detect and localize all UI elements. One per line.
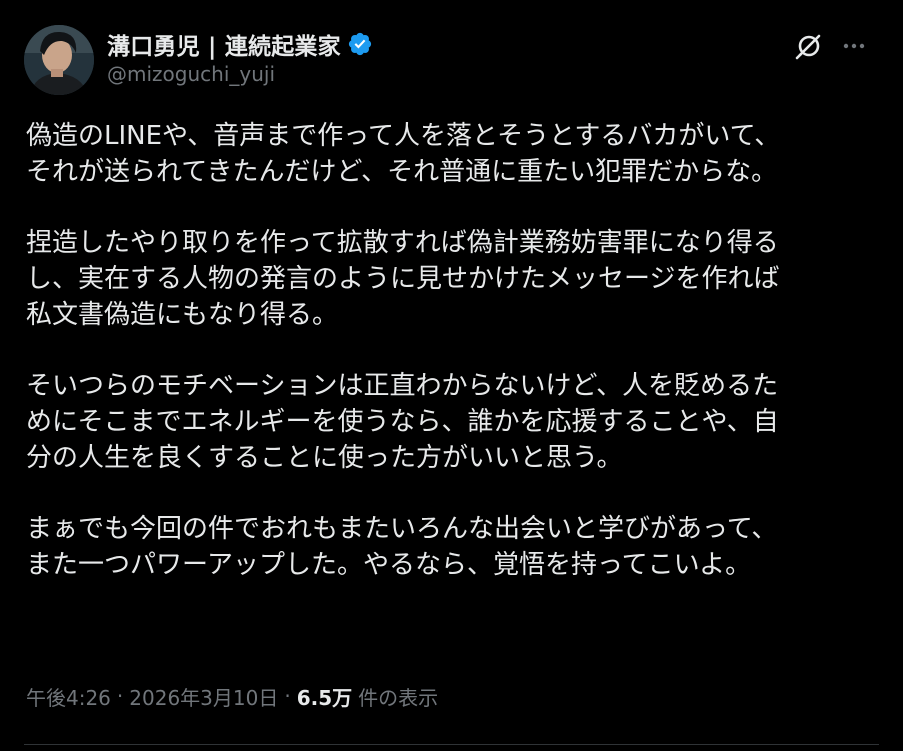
divider <box>24 744 879 745</box>
meta-separator: · <box>116 684 124 708</box>
more-icon <box>843 43 865 49</box>
text-line: 偽造のLINEや、音声まで作って人を落とそうとするバカがいて、 <box>26 121 781 151</box>
post-meta: 午後4:26 · 2026年3月10日 · 6.5万 件の表示 <box>26 681 438 711</box>
post-time[interactable]: 午後4:26 <box>26 682 111 711</box>
paragraph-1: 偽造のLINEや、音声まで作って人を落とそうとするバカがいて、 それが送られてき… <box>26 118 876 190</box>
text-line: 分の人生を良くすることに使った方がいいと思う。 <box>26 443 623 473</box>
text-line: それが送られてきたんだけど、それ普通に重たい犯罪だからな。 <box>26 157 778 187</box>
meta-separator: · <box>284 684 291 708</box>
more-button[interactable] <box>838 30 870 62</box>
text-line: めにそこまでエネルギーを使うなら、誰かを応援することや、自 <box>26 407 779 437</box>
paragraph-3: そいつらのモチベーションは正直わからないけど、人を貶めるた めにそこまでエネルギ… <box>26 368 876 476</box>
name-row: 溝口勇児 | 連続起業家 <box>107 28 373 60</box>
text-line: また一つパワーアップした。やるなら、覚悟を持ってこいよ。 <box>26 550 752 580</box>
text-line: 捏造したやり取りを作って拡散すれば偽計業務妨害罪になり得る <box>26 228 779 258</box>
tweet: 溝口勇児 | 連続起業家 @mizoguchi_yuji 偽造のLINEや、音声… <box>0 0 903 751</box>
grok-icon <box>795 34 821 60</box>
verified-badge-icon[interactable] <box>347 31 373 57</box>
paragraph-2: 捏造したやり取りを作って拡散すれば偽計業務妨害罪になり得る し、実在する人物の発… <box>26 225 876 333</box>
avatar-image <box>24 25 94 95</box>
post-text: 偽造のLINEや、音声まで作って人を落とそうとするバカがいて、 それが送られてき… <box>26 118 876 618</box>
grok-button[interactable] <box>793 30 825 62</box>
handle[interactable]: @mizoguchi_yuji <box>107 62 373 86</box>
text-line: そいつらのモチベーションは正直わからないけど、人を貶めるた <box>26 371 779 401</box>
paragraph-4: まぁでも今回の件でおれもまたいろんな出会いと学びがあって、 また一つパワーアップ… <box>26 511 876 583</box>
text-line: し、実在する人物の発言のように見せかけたメッセージを作れば <box>26 264 780 294</box>
avatar[interactable] <box>24 25 94 95</box>
post-date[interactable]: 2026年3月10日 <box>129 682 278 711</box>
text-line: まぁでも今回の件でおれもまたいろんな出会いと学びがあって、 <box>26 514 778 544</box>
text-line: 私文書偽造にもなり得る。 <box>26 300 339 330</box>
views-count[interactable]: 6.5万 <box>297 682 352 711</box>
display-name[interactable]: 溝口勇児 | 連続起業家 <box>107 27 341 61</box>
author-info: 溝口勇児 | 連続起業家 @mizoguchi_yuji <box>107 28 373 86</box>
views-label: 件の表示 <box>358 685 439 710</box>
